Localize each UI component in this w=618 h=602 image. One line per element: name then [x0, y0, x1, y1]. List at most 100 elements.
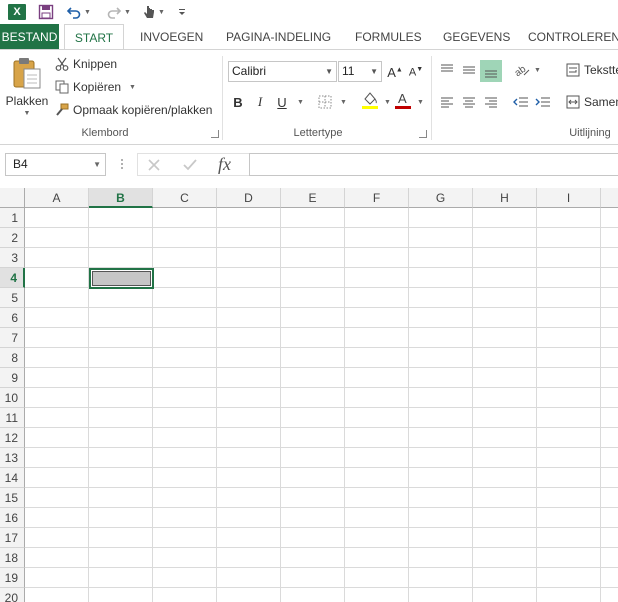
row-header-12[interactable]: 12 [0, 428, 25, 448]
decrease-font-icon: A▼ [408, 65, 424, 79]
align-middle-button[interactable] [459, 60, 479, 80]
format-painter-button[interactable]: Opmaak kopiëren/plakken [54, 102, 212, 118]
formula-bar-grip-icon[interactable] [120, 157, 124, 171]
chevron-down-icon[interactable]: ▼ [297, 99, 304, 106]
row-header-18[interactable]: 18 [0, 548, 25, 568]
row-header-2[interactable]: 2 [0, 228, 25, 248]
chevron-down-icon: ▼ [124, 8, 131, 16]
clipboard-launcher-icon[interactable] [211, 130, 219, 138]
align-right-button[interactable] [481, 92, 501, 112]
borders-button[interactable] [315, 92, 335, 112]
insert-function-button[interactable]: fx [218, 154, 231, 175]
select-all-corner[interactable] [0, 188, 25, 208]
row-header-7[interactable]: 7 [0, 328, 25, 348]
copy-button[interactable]: Kopiëren ▼ [54, 79, 136, 95]
customize-qat-button[interactable] [178, 3, 186, 21]
tab-pagina-indeling[interactable]: PAGINA-INDELING [220, 24, 337, 50]
chevron-down-icon: ▼ [325, 67, 333, 76]
customize-icon [179, 9, 185, 15]
row-header-13[interactable]: 13 [0, 448, 25, 468]
fill-color-button[interactable] [360, 90, 380, 110]
underline-button[interactable]: U [272, 92, 292, 112]
column-header-i[interactable]: I [537, 188, 601, 208]
row-header-8[interactable]: 8 [0, 348, 25, 368]
column-header-e[interactable]: E [281, 188, 345, 208]
confirm-entry-button[interactable] [182, 157, 198, 176]
name-box[interactable]: B4 ▼ [5, 153, 106, 176]
wrap-text-label: Tekstte [584, 63, 618, 77]
increase-indent-button[interactable] [533, 92, 553, 112]
tab-gegevens[interactable]: GEGEVENS [437, 24, 516, 50]
column-header-c[interactable]: C [153, 188, 217, 208]
column-header-f[interactable]: F [345, 188, 409, 208]
cut-button[interactable]: Knippen [54, 56, 117, 72]
column-header-next[interactable] [601, 188, 618, 208]
align-bottom-button[interactable] [480, 60, 502, 82]
font-launcher-icon[interactable] [419, 130, 427, 138]
tab-invoegen[interactable]: INVOEGEN [134, 24, 209, 50]
tab-bestand[interactable]: BESTAND [0, 24, 59, 50]
align-left-button[interactable] [437, 92, 457, 112]
bold-button[interactable]: B [228, 92, 248, 112]
align-top-button[interactable] [437, 60, 457, 80]
align-left-icon [441, 97, 453, 108]
row-header-14[interactable]: 14 [0, 468, 25, 488]
font-size-select[interactable]: 11 ▼ [338, 61, 382, 82]
row-header-6[interactable]: 6 [0, 308, 25, 328]
merge-center-button[interactable]: Samen [565, 94, 618, 110]
align-center-button[interactable] [459, 92, 479, 112]
column-header-b[interactable]: B [89, 188, 153, 208]
align-top-icon [441, 64, 453, 72]
decrease-indent-icon [513, 97, 528, 107]
active-cell-b4[interactable] [89, 268, 154, 289]
orientation-button[interactable]: ab [512, 60, 532, 80]
column-header-a[interactable]: A [25, 188, 89, 208]
row-header-1[interactable]: 1 [0, 208, 25, 228]
row-header-17[interactable]: 17 [0, 528, 25, 548]
row-header-15[interactable]: 15 [0, 488, 25, 508]
chevron-down-icon[interactable]: ▼ [384, 99, 391, 106]
font-color-icon: A [395, 91, 411, 109]
cancel-entry-button[interactable] [146, 157, 162, 176]
row-header-3[interactable]: 3 [0, 248, 25, 268]
ribbon: Plakken ▼ Knippen Kopiëren ▼ Opmaak kopi… [0, 50, 618, 145]
decrease-indent-button[interactable] [511, 92, 531, 112]
row-header-20[interactable]: 20 [0, 588, 25, 602]
formula-input[interactable] [249, 153, 618, 176]
row-header-11[interactable]: 11 [0, 408, 25, 428]
row-header-10[interactable]: 10 [0, 388, 25, 408]
column-header-d[interactable]: D [217, 188, 281, 208]
wrap-text-button[interactable]: Tekstte [565, 62, 618, 78]
row-header-5[interactable]: 5 [0, 288, 25, 308]
touch-mode-button[interactable]: ▼ [142, 3, 165, 21]
text-orientation-icon: ab [514, 64, 530, 78]
tab-start[interactable]: START [64, 24, 124, 51]
font-group-label: Lettertype [293, 127, 343, 139]
paste-button[interactable]: Plakken ▼ [6, 56, 48, 122]
checkmark-icon [183, 159, 197, 171]
font-color-button[interactable]: A [393, 90, 413, 110]
italic-button[interactable]: I [250, 92, 270, 112]
undo-button[interactable]: ▼ [66, 3, 91, 21]
redo-button[interactable]: ▼ [106, 3, 131, 21]
chevron-down-icon[interactable]: ▼ [417, 99, 424, 106]
chevron-down-icon: ▼ [23, 110, 31, 117]
save-button[interactable] [38, 3, 54, 21]
row-header-19[interactable]: 19 [0, 568, 25, 588]
row-header-4[interactable]: 4 [0, 268, 25, 288]
column-header-h[interactable]: H [473, 188, 537, 208]
increase-font-size-button[interactable]: A▲ [385, 62, 405, 82]
worksheet-grid: A B C D E F G H I 1 2 3 4 5 6 7 8 9 10 1… [0, 188, 618, 602]
column-header-g[interactable]: G [409, 188, 473, 208]
decrease-font-size-button[interactable]: A▼ [406, 62, 426, 82]
font-name-select[interactable]: Calibri ▼ [228, 61, 337, 82]
tab-formules[interactable]: FORMULES [349, 24, 428, 50]
row-header-16[interactable]: 16 [0, 508, 25, 528]
formula-bar: B4 ▼ fx [0, 145, 618, 186]
row-header-9[interactable]: 9 [0, 368, 25, 388]
format-painter-icon [54, 102, 70, 118]
increase-indent-icon [535, 97, 550, 107]
chevron-down-icon[interactable]: ▼ [534, 67, 541, 74]
tab-controleren[interactable]: CONTROLEREN [522, 24, 618, 50]
chevron-down-icon[interactable]: ▼ [340, 99, 347, 106]
